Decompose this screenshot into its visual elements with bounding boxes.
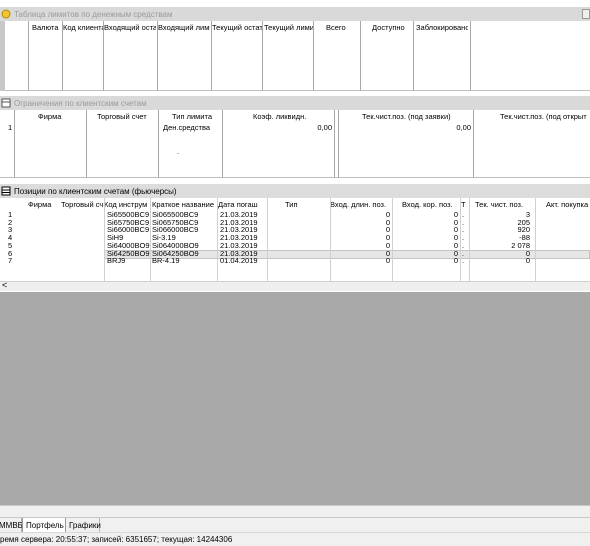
column-divider: [470, 21, 471, 91]
column-divider: [473, 110, 474, 178]
restrictions-window: Ограничения по клиентским счетам Фирма Т…: [0, 96, 590, 178]
column-header[interactable]: Вход. кор. поз.: [402, 199, 462, 210]
row-number: 7: [8, 256, 13, 266]
table-icon: [1, 98, 11, 108]
positions-title: Позиции по клиентским счетам (фьючерсы): [14, 186, 177, 196]
scroll-left-arrow[interactable]: <: [2, 280, 7, 290]
column-divider: [262, 21, 263, 91]
positions-rows: 1 Si65500BC9 Si065500BC9 21.03.2019 0 0. 3 2 Si6…: [0, 210, 590, 283]
net-pos-cell: 0: [525, 256, 530, 266]
column-divider: [413, 21, 414, 91]
workspace-background: [0, 292, 590, 505]
limits-header: Валюта Код клиента Входящий остат Входящ…: [8, 22, 590, 33]
column-divider: [211, 21, 212, 91]
column-divider: [62, 21, 63, 91]
column-divider: [150, 198, 151, 281]
restrictions-header: Фирма Торговый счет Тип лимита Коэф. лик…: [0, 111, 590, 122]
workspace-scrollbar[interactable]: [0, 505, 590, 517]
column-header[interactable]: Вход. длин. поз.: [330, 199, 390, 210]
table-row[interactable]: 7 BRJ9 BR-4.19 01.04.2019 0 0. 0: [0, 256, 590, 266]
column-header[interactable]: Валюта: [32, 22, 60, 33]
column-divider: [338, 110, 339, 178]
table-row[interactable]: 1 Ден.средства 0,00 0,00: [0, 123, 590, 133]
maximize-button[interactable]: [582, 9, 590, 19]
tab-portfolio[interactable]: Портфель: [22, 518, 66, 533]
short-pos-cell: 0: [453, 256, 458, 266]
column-divider: [460, 198, 461, 281]
tab-charts[interactable]: Графики: [66, 518, 101, 533]
status-bar: ремя сервера: 20:55:37; записей: 6351657…: [0, 532, 590, 546]
tab-mmvb[interactable]: ММВБ: [0, 518, 23, 533]
column-header[interactable]: Коэф. ликвидн.: [253, 111, 321, 122]
column-divider: [86, 110, 87, 178]
column-header[interactable]: Тек.чист.поз. (под открыт: [500, 111, 590, 122]
column-header[interactable]: Тек. чист. поз.: [475, 199, 531, 210]
column-header[interactable]: Краткое название: [152, 199, 216, 210]
column-divider: [103, 21, 104, 91]
positions-header: Фирма Торговый сч Код инструм Краткое на…: [0, 199, 590, 210]
column-header[interactable]: Входящий лими: [158, 22, 210, 33]
column-divider: [158, 110, 159, 178]
column-header[interactable]: Торговый сч: [61, 199, 103, 210]
column-divider: [157, 21, 158, 91]
column-header[interactable]: Фирма: [38, 111, 78, 122]
column-header[interactable]: Тек.чист.поз. (под заявки): [362, 111, 472, 122]
column-divider: [469, 198, 470, 281]
column-header[interactable]: Текущий лими: [264, 22, 314, 33]
column-header[interactable]: Заблокировано: [416, 22, 468, 33]
column-divider: [222, 110, 223, 178]
column-divider: [360, 21, 361, 91]
limits-title: Таблица лимитов по денежным средствам: [14, 9, 173, 19]
column-divider: [313, 21, 314, 91]
column-divider: [392, 198, 393, 281]
limit-type-cell: Ден.средства: [163, 123, 211, 132]
t-cell: .: [462, 256, 465, 266]
column-header[interactable]: Акт. покупка: [546, 199, 590, 210]
table-icon: [1, 186, 11, 196]
column-divider: [267, 198, 268, 281]
column-header[interactable]: Тип лимита: [172, 111, 222, 122]
net-pos-orders-cell: 0,00: [456, 123, 471, 132]
column-header[interactable]: Текущий остат: [212, 22, 262, 33]
column-header[interactable]: Входящий остат: [104, 22, 156, 33]
column-divider: [217, 198, 218, 281]
column-header[interactable]: Код инструм: [104, 199, 150, 210]
short-name-cell: BR-4.19: [152, 256, 180, 266]
positions-scrollbar[interactable]: <: [0, 280, 590, 291]
limits-title-bar[interactable]: Таблица лимитов по денежным средствам: [0, 7, 590, 21]
column-divider: [334, 110, 335, 178]
column-header[interactable]: Торговый счет: [97, 111, 157, 122]
positions-title-bar[interactable]: Позиции по клиентским счетам (фьючерсы): [0, 184, 590, 198]
row-marker: .: [177, 147, 180, 156]
column-header[interactable]: Код клиента: [63, 22, 103, 33]
column-header[interactable]: Доступно: [372, 22, 412, 33]
positions-window: Позиции по клиентским счетам (фьючерсы) …: [0, 184, 590, 292]
long-pos-cell: 0: [385, 256, 390, 266]
column-header[interactable]: Т: [461, 199, 469, 210]
instrument-code-cell: BRJ9: [107, 256, 126, 266]
coef-cell: 0,00: [317, 123, 332, 132]
restrictions-title: Ограничения по клиентским счетам: [14, 98, 147, 108]
limits-window: Таблица лимитов по денежным средствам Ва…: [0, 7, 590, 91]
column-header[interactable]: Фирма: [28, 199, 58, 210]
row-number: 1: [8, 123, 13, 132]
column-divider: [28, 21, 29, 91]
maturity-date-cell: 01.04.2019: [220, 256, 258, 266]
column-divider: [104, 198, 105, 281]
restrictions-title-bar[interactable]: Ограничения по клиентским счетам: [0, 96, 590, 110]
limits-left-edge: [0, 21, 5, 91]
tab-bar: ММВБ Портфель Графики: [0, 517, 590, 533]
money-icon: [1, 9, 11, 19]
column-divider: [330, 198, 331, 281]
column-divider: [535, 198, 536, 281]
column-header[interactable]: Тип: [285, 199, 305, 210]
column-header[interactable]: Всего: [326, 22, 356, 33]
column-divider: [14, 110, 15, 178]
column-header[interactable]: Дата погаш: [218, 199, 264, 210]
